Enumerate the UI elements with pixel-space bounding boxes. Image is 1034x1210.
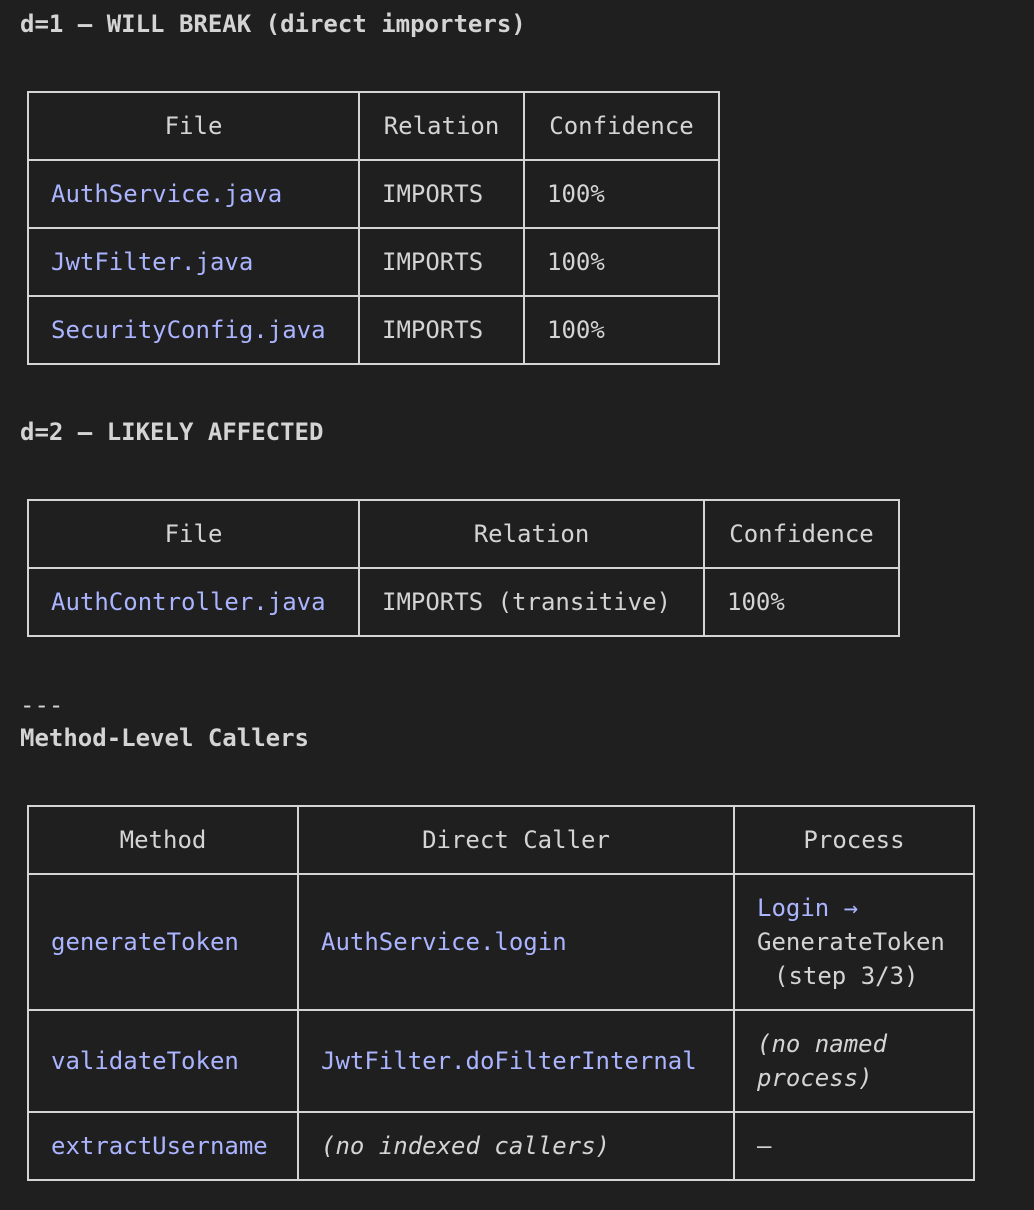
relation-cell: IMPORTS bbox=[358, 227, 525, 297]
header-confidence: Confidence bbox=[523, 91, 720, 161]
table-header-row: File Relation Confidence bbox=[27, 91, 720, 161]
process-cell: Login → GenerateToken (step 3/3) bbox=[733, 873, 975, 1011]
separator: --- bbox=[20, 691, 64, 719]
header-file: File bbox=[27, 91, 360, 161]
table-row: extractUsername (no indexed callers) — bbox=[27, 1111, 975, 1181]
relation-cell: IMPORTS (transitive) bbox=[358, 567, 705, 637]
method-link[interactable]: extractUsername bbox=[27, 1111, 299, 1181]
process-link[interactable]: Login → bbox=[757, 891, 951, 925]
table-row: generateToken AuthService.login Login → … bbox=[27, 873, 975, 1011]
process-name: GenerateToken bbox=[757, 928, 945, 956]
header-direct-caller: Direct Caller bbox=[297, 805, 735, 875]
relation-cell: IMPORTS bbox=[358, 159, 525, 229]
method-link[interactable]: generateToken bbox=[27, 873, 299, 1011]
table-row: AuthService.java IMPORTS 100% bbox=[27, 159, 720, 229]
table-row: validateToken JwtFilter.doFilterInternal… bbox=[27, 1009, 975, 1113]
caller-cell: (no indexed callers) bbox=[297, 1111, 735, 1181]
file-link[interactable]: AuthController.java bbox=[27, 567, 360, 637]
process-cell: — bbox=[733, 1111, 975, 1181]
file-link[interactable]: SecurityConfig.java bbox=[27, 295, 360, 365]
caller-link[interactable]: JwtFilter.doFilterInternal bbox=[297, 1009, 735, 1113]
confidence-cell: 100% bbox=[703, 567, 900, 637]
table-row: SecurityConfig.java IMPORTS 100% bbox=[27, 295, 720, 365]
confidence-cell: 100% bbox=[523, 295, 720, 365]
method-heading: Method-Level Callers bbox=[20, 724, 309, 752]
table-row: JwtFilter.java IMPORTS 100% bbox=[27, 227, 720, 297]
process-cell: (no named process) bbox=[733, 1009, 975, 1113]
confidence-cell: 100% bbox=[523, 227, 720, 297]
header-method: Method bbox=[27, 805, 299, 875]
header-relation: Relation bbox=[358, 91, 525, 161]
process-step: (step 3/3) bbox=[774, 962, 919, 990]
d1-table: File Relation Confidence AuthService.jav… bbox=[27, 91, 720, 365]
table-header-row: Method Direct Caller Process bbox=[27, 805, 975, 875]
header-file: File bbox=[27, 499, 360, 569]
relation-cell: IMPORTS bbox=[358, 295, 525, 365]
header-relation: Relation bbox=[358, 499, 705, 569]
caller-link[interactable]: AuthService.login bbox=[297, 873, 735, 1011]
method-table: Method Direct Caller Process generateTok… bbox=[27, 805, 975, 1181]
table-header-row: File Relation Confidence bbox=[27, 499, 900, 569]
d1-heading: d=1 — WILL BREAK (direct importers) bbox=[20, 10, 526, 38]
d2-table: File Relation Confidence AuthController.… bbox=[27, 499, 900, 637]
file-link[interactable]: JwtFilter.java bbox=[27, 227, 360, 297]
file-link[interactable]: AuthService.java bbox=[27, 159, 360, 229]
table-row: AuthController.java IMPORTS (transitive)… bbox=[27, 567, 900, 637]
header-confidence: Confidence bbox=[703, 499, 900, 569]
confidence-cell: 100% bbox=[523, 159, 720, 229]
d2-heading: d=2 — LIKELY AFFECTED bbox=[20, 418, 324, 446]
method-link[interactable]: validateToken bbox=[27, 1009, 299, 1113]
header-process: Process bbox=[733, 805, 975, 875]
